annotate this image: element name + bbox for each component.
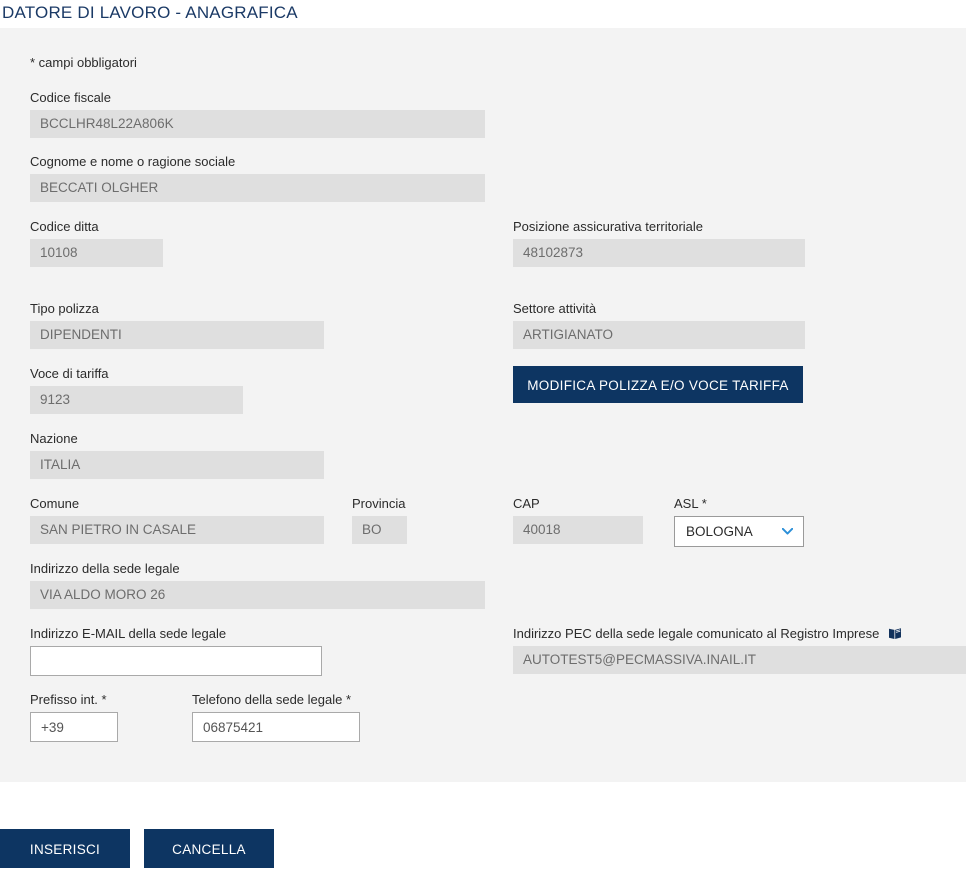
label-asl: ASL * — [674, 496, 707, 511]
field-cap: CAP 40018 — [513, 496, 643, 544]
field-codice-ditta: Codice ditta 10108 — [30, 219, 163, 267]
label-nazione: Nazione — [30, 431, 78, 446]
field-settore-attivita: Settore attività ARTIGIANATO — [513, 301, 805, 349]
bottom-action-bar: INSERISCI CANCELLA — [0, 829, 974, 868]
field-indirizzo-sede: Indirizzo della sede legale VIA ALDO MOR… — [30, 561, 485, 609]
label-settore-attivita: Settore attività — [513, 301, 597, 316]
field-telefono: Telefono della sede legale * — [192, 692, 360, 742]
label-prefisso: Prefisso int. * — [30, 692, 107, 707]
field-voce-tariffa: Voce di tariffa 9123 — [30, 366, 243, 414]
value-provincia: BO — [352, 516, 407, 544]
label-tipo-polizza: Tipo polizza — [30, 301, 99, 316]
telefono-input[interactable] — [192, 712, 360, 742]
inserisci-button[interactable]: INSERISCI — [0, 829, 130, 868]
label-provincia: Provincia — [352, 496, 406, 511]
label-pec-sede-text: Indirizzo PEC della sede legale comunica… — [513, 626, 880, 641]
field-codice-fiscale: Codice fiscale BCCLHR48L22A806K — [30, 90, 485, 138]
chevron-down-icon — [782, 528, 793, 535]
form-panel: * campi obbligatori Codice fiscale BCCLH… — [0, 28, 966, 782]
asl-select[interactable]: BOLOGNA — [674, 516, 804, 547]
value-cap: 40018 — [513, 516, 643, 544]
label-codice-fiscale: Codice fiscale — [30, 90, 111, 105]
label-codice-ditta: Codice ditta — [30, 219, 99, 234]
label-cognome-nome: Cognome e nome o ragione sociale — [30, 154, 236, 169]
asl-selected-value: BOLOGNA — [686, 524, 753, 539]
value-cognome-nome: BECCATI OLGHER — [30, 174, 485, 202]
value-voce-tariffa: 9123 — [30, 386, 243, 414]
field-nazione: Nazione ITALIA — [30, 431, 324, 479]
value-codice-fiscale: BCCLHR48L22A806K — [30, 110, 485, 138]
label-voce-tariffa: Voce di tariffa — [30, 366, 109, 381]
field-pec-sede: Indirizzo PEC della sede legale comunica… — [513, 626, 966, 674]
label-telefono: Telefono della sede legale * — [192, 692, 352, 707]
field-prefisso: Prefisso int. * — [30, 692, 118, 742]
label-cap: CAP — [513, 496, 540, 511]
value-indirizzo-sede: VIA ALDO MORO 26 — [30, 581, 485, 609]
field-posizione-assicurativa: Posizione assicurativa territoriale 4810… — [513, 219, 805, 267]
value-pec-sede: AUTOTEST5@PECMASSIVA.INAIL.IT — [513, 646, 966, 674]
label-pec-sede: Indirizzo PEC della sede legale comunica… — [513, 626, 966, 642]
field-cognome-nome: Cognome e nome o ragione sociale BECCATI… — [30, 154, 485, 202]
value-settore-attivita: ARTIGIANATO — [513, 321, 805, 349]
value-codice-ditta: 10108 — [30, 239, 163, 267]
book-icon[interactable] — [888, 627, 902, 640]
value-comune: SAN PIETRO IN CASALE — [30, 516, 324, 544]
cancella-button[interactable]: CANCELLA — [144, 829, 274, 868]
required-fields-note: * campi obbligatori — [30, 55, 137, 70]
field-asl: ASL * BOLOGNA — [674, 496, 804, 547]
label-email-sede: Indirizzo E-MAIL della sede legale — [30, 626, 227, 641]
prefisso-input[interactable] — [30, 712, 118, 742]
field-tipo-polizza: Tipo polizza DIPENDENTI — [30, 301, 324, 349]
modifica-polizza-button[interactable]: MODIFICA POLIZZA E/O VOCE TARIFFA — [513, 366, 803, 403]
field-email-sede: Indirizzo E-MAIL della sede legale — [30, 626, 322, 676]
label-comune: Comune — [30, 496, 80, 511]
page-title: DATORE DI LAVORO - ANAGRAFICA — [2, 3, 298, 22]
value-tipo-polizza: DIPENDENTI — [30, 321, 324, 349]
field-comune: Comune SAN PIETRO IN CASALE — [30, 496, 324, 544]
label-indirizzo-sede: Indirizzo della sede legale — [30, 561, 180, 576]
value-posizione-assicurativa: 48102873 — [513, 239, 805, 267]
email-sede-input[interactable] — [30, 646, 322, 676]
field-provincia: Provincia BO — [352, 496, 407, 544]
label-posizione-assicurativa: Posizione assicurativa territoriale — [513, 219, 704, 234]
value-nazione: ITALIA — [30, 451, 324, 479]
